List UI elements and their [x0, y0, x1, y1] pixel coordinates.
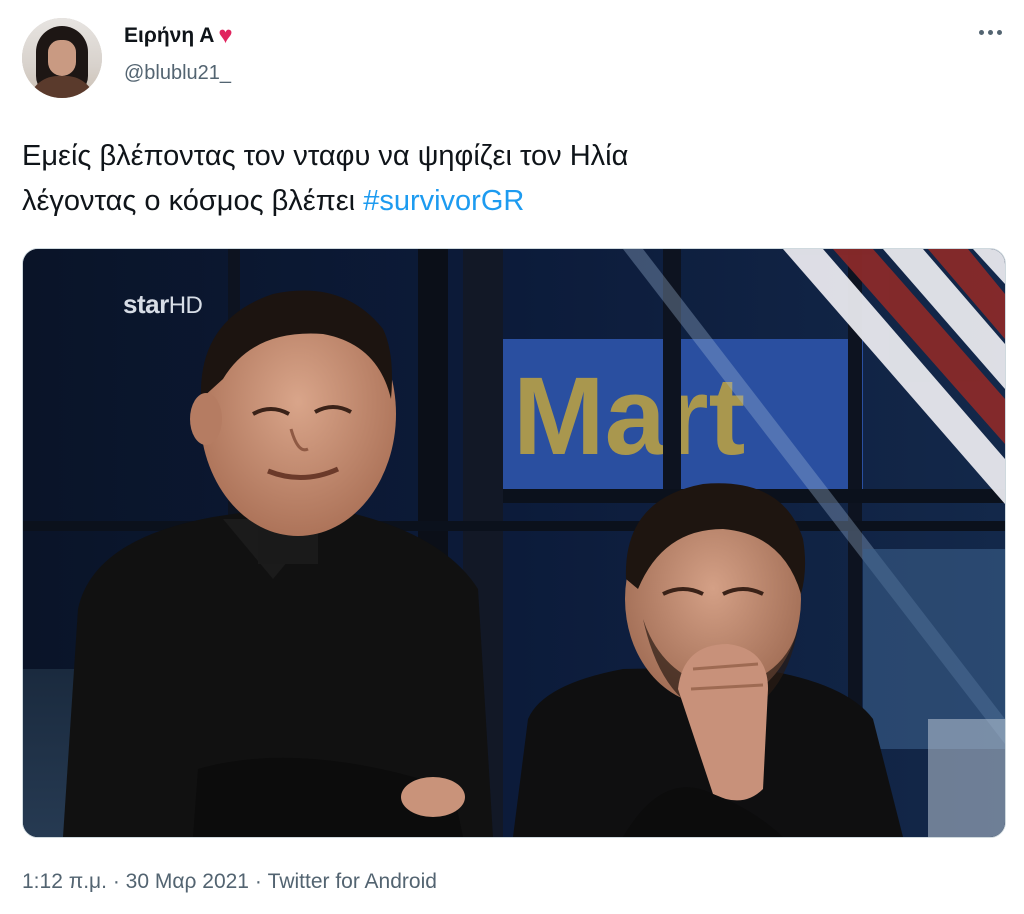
- tweet-text-line-2: λέγοντας ο κόσμος βλέπει #survivorGR: [22, 179, 982, 224]
- hashtag-link[interactable]: #survivorGR: [363, 185, 524, 217]
- display-name[interactable]: Ειρήνη Α: [124, 24, 214, 48]
- heart-icon: ♥: [218, 22, 233, 49]
- tweet-text-line-2-body: λέγοντας ο κόσμος βλέπει: [22, 185, 356, 217]
- watermark-suffix: HD: [168, 292, 203, 319]
- sign-text: Mart: [513, 355, 745, 478]
- more-options-icon[interactable]: [979, 30, 1002, 35]
- tweet-card: Ειρήνη Α ♥ @blublu21_ Εμείς βλέποντας το…: [0, 0, 1024, 914]
- watermark-main: star: [123, 289, 169, 319]
- tweet-media[interactable]: Mart starHD: [22, 248, 1006, 838]
- avatar[interactable]: [22, 18, 102, 98]
- author-row: Ειρήνη Α ♥: [124, 24, 233, 48]
- tweet-text: Εμείς βλέποντας τον νταφυ να ψηφίζει τον…: [22, 134, 982, 224]
- handle[interactable]: @blublu21_: [124, 62, 231, 85]
- tv-still-image: Mart: [23, 249, 1005, 837]
- separator: ·: [254, 870, 262, 893]
- tweet-text-line-1: Εμείς βλέποντας τον νταφυ να ψηφίζει τον…: [22, 140, 629, 172]
- tweet-date[interactable]: 30 Μαρ 2021: [126, 870, 249, 893]
- separator: ·: [112, 870, 120, 893]
- channel-watermark: starHD: [123, 289, 203, 320]
- tweet-source[interactable]: Twitter for Android: [268, 870, 437, 893]
- tweet-time[interactable]: 1:12 π.μ.: [22, 870, 107, 893]
- tweet-meta: 1:12 π.μ. · 30 Μαρ 2021 · Twitter for An…: [22, 870, 437, 894]
